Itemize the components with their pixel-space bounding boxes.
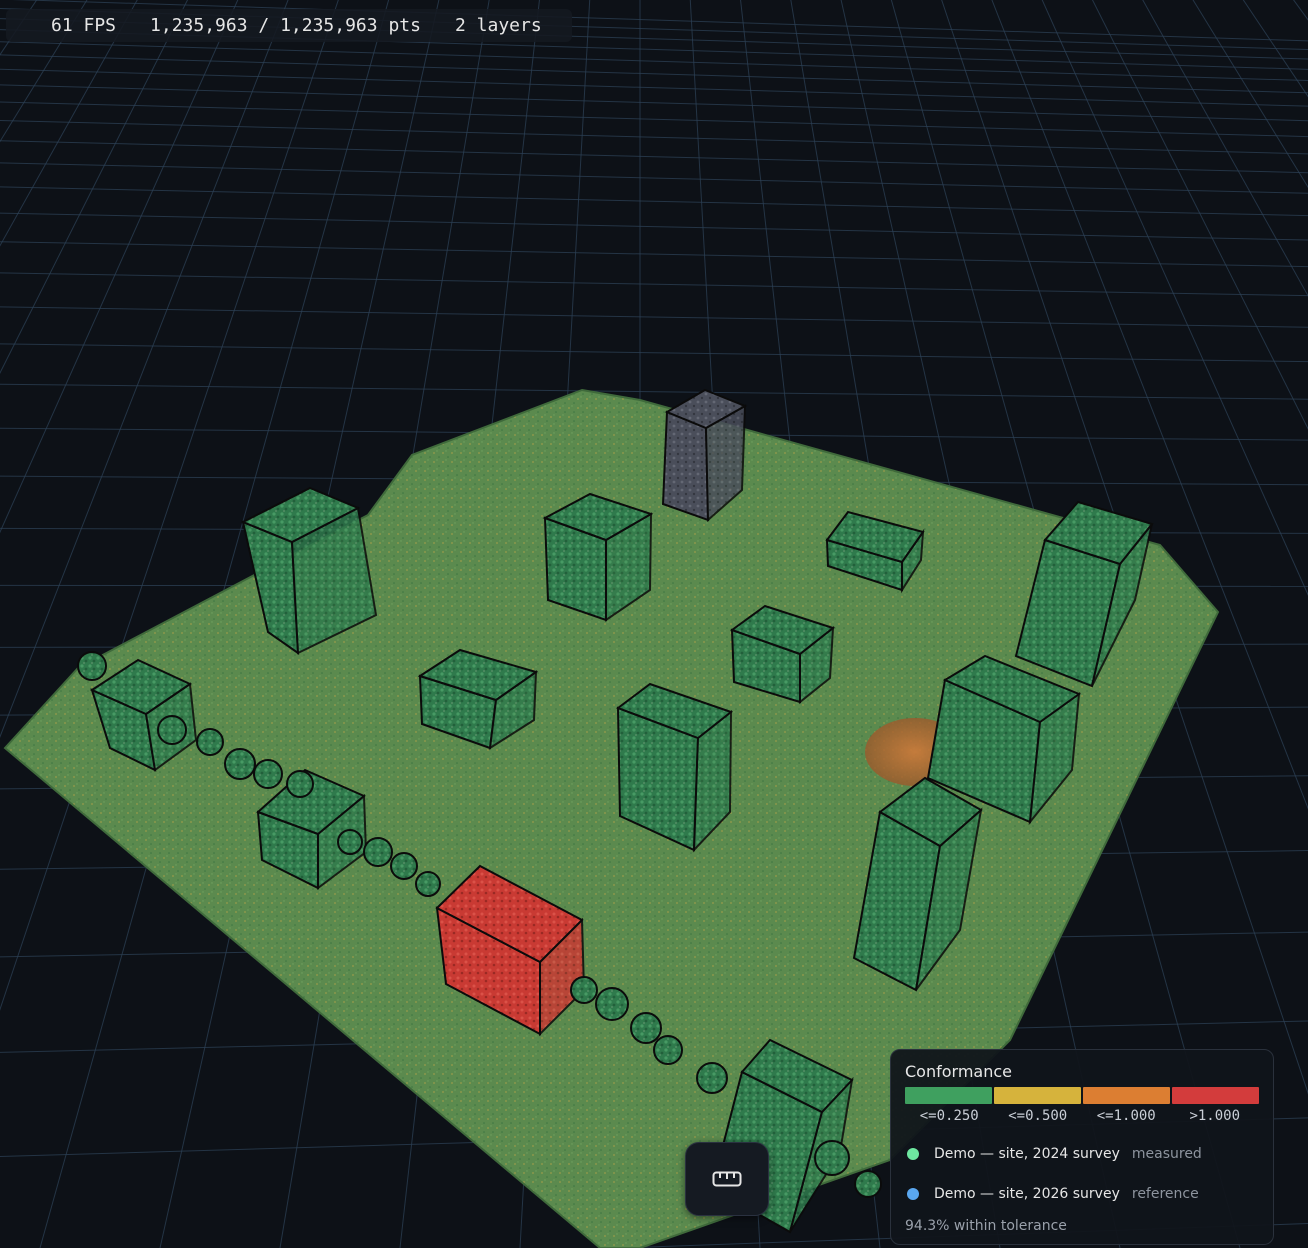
scale-bin-3 xyxy=(1083,1087,1170,1104)
layer-count: 2 layers xyxy=(454,15,542,36)
tolerance-summary: 94.3% within tolerance xyxy=(905,1218,1067,1234)
tree-point xyxy=(595,987,629,1021)
tree-point xyxy=(653,1035,683,1065)
point-count: 1,235,963 / 1,235,963 pts xyxy=(150,15,421,36)
tree-point xyxy=(854,1170,882,1198)
tree-point xyxy=(286,770,314,798)
tree-point xyxy=(253,759,283,789)
layer-name: Demo — site, 2024 survey xyxy=(934,1146,1120,1162)
building-box xyxy=(542,492,654,622)
layer-name: Demo — site, 2026 survey xyxy=(934,1186,1120,1202)
scale-bin-1 xyxy=(905,1087,992,1104)
scale-labels: <=0.250 <=0.500 <=1.000 >1.000 xyxy=(905,1108,1259,1124)
tree-point xyxy=(696,1062,728,1094)
scale-label: <=0.500 xyxy=(1008,1108,1068,1124)
layer-color-dot xyxy=(907,1188,919,1200)
measure-button[interactable] xyxy=(685,1142,769,1216)
scale-label: >1.000 xyxy=(1189,1108,1241,1124)
layer-role: reference xyxy=(1131,1186,1199,1202)
legend-title: Conformance xyxy=(905,1062,1012,1081)
tree-point xyxy=(630,1012,662,1044)
scale-bin-4 xyxy=(1172,1087,1259,1104)
layer-color-dot xyxy=(907,1148,919,1160)
layer-item-reference[interactable]: Demo — site, 2026 survey reference xyxy=(907,1186,1199,1202)
tree-point xyxy=(157,715,187,745)
layer-item-measured[interactable]: Demo — site, 2024 survey measured xyxy=(907,1146,1202,1162)
tree-point xyxy=(390,852,418,880)
tree-point xyxy=(363,837,393,867)
tree-point xyxy=(196,728,224,756)
ruler-icon xyxy=(712,1171,742,1187)
layer-role: measured xyxy=(1131,1146,1202,1162)
tree-point xyxy=(570,976,598,1004)
tree-point xyxy=(415,871,441,897)
scale-label: <=1.000 xyxy=(1096,1108,1156,1124)
tree-point xyxy=(337,829,363,855)
tree-point xyxy=(224,748,256,780)
scale-bin-2 xyxy=(994,1087,1081,1104)
conformance-legend: Conformance <=0.250 <=0.500 <=1.000 >1.0… xyxy=(890,1049,1274,1245)
tree-point xyxy=(814,1140,850,1176)
stats-hud: 61 FPS 1,235,963 / 1,235,963 pts 2 layer… xyxy=(6,9,572,42)
color-scale-bar xyxy=(905,1087,1259,1104)
scale-label: <=0.250 xyxy=(919,1108,979,1124)
fps-counter: 61 FPS xyxy=(51,15,117,36)
tree-point xyxy=(77,651,107,681)
